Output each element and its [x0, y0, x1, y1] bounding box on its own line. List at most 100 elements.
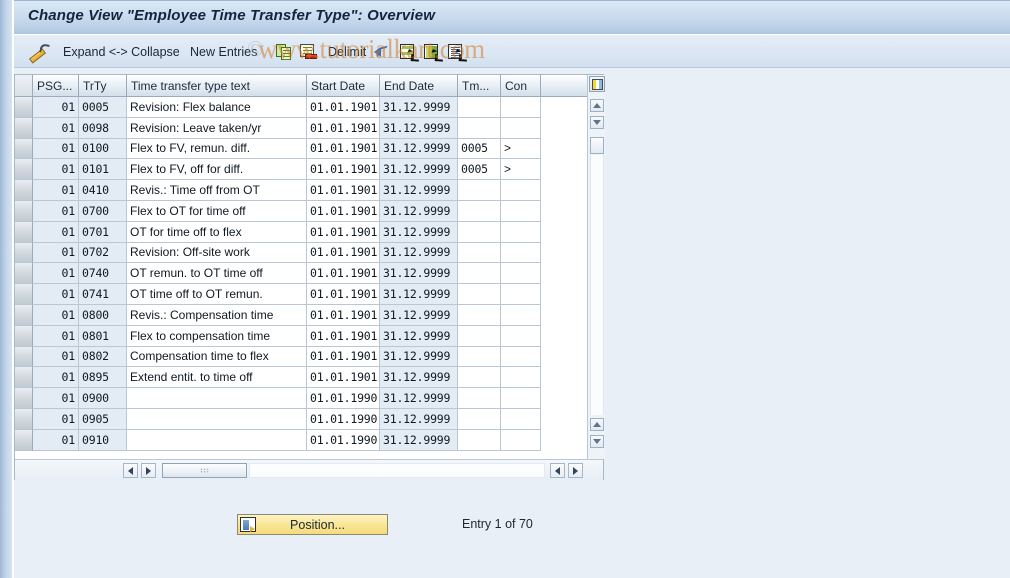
cell-tm[interactable]: [458, 346, 501, 368]
cell-tm[interactable]: [458, 200, 501, 222]
expand-collapse-button[interactable]: Expand <-> Collapse: [59, 36, 184, 68]
table-row[interactable]: 01 0895 Extend entit. to time off 01.01.190…: [15, 367, 603, 389]
cell-psg[interactable]: 01: [33, 429, 79, 451]
cell-con[interactable]: [501, 367, 541, 389]
cell-start[interactable]: 01.01.1901: [307, 346, 380, 368]
column-header-text[interactable]: Time transfer type text: [127, 75, 307, 96]
cell-start[interactable]: 01.01.1901: [307, 97, 380, 118]
cell-end[interactable]: 31.12.9999: [380, 284, 458, 305]
cell-end[interactable]: 31.12.9999: [380, 242, 458, 264]
undo-button[interactable]: [374, 36, 393, 68]
cell-tm[interactable]: [458, 429, 501, 451]
vertical-scrollbar-thumb[interactable]: [590, 137, 604, 154]
delete-row-button[interactable]: [300, 36, 317, 68]
cell-text[interactable]: Revision: Off-site work: [127, 242, 307, 264]
cell-tm[interactable]: [458, 97, 501, 118]
cell-tm[interactable]: [458, 367, 501, 389]
cell-psg[interactable]: 01: [33, 242, 79, 264]
cell-end[interactable]: 31.12.9999: [380, 180, 458, 201]
cell-start[interactable]: 01.01.1990: [307, 408, 380, 430]
cell-trty[interactable]: 0410: [79, 180, 127, 201]
cell-text[interactable]: [127, 388, 307, 409]
cell-end[interactable]: 31.12.9999: [380, 159, 458, 181]
table-row[interactable]: 01 0100 Flex to FV, remun. diff. 01.01.1901…: [15, 138, 603, 160]
cell-trty[interactable]: 0101: [79, 159, 127, 181]
row-select-button[interactable]: [15, 200, 33, 222]
row-select-button[interactable]: [15, 367, 33, 389]
row-select-button[interactable]: [15, 263, 33, 285]
cell-text[interactable]: [127, 429, 307, 451]
copy-button[interactable]: [276, 36, 293, 68]
scroll-page-up-button[interactable]: [590, 418, 604, 431]
cell-text[interactable]: Flex to compensation time: [127, 325, 307, 347]
cell-text[interactable]: Flex to OT for time off: [127, 200, 307, 222]
cell-start[interactable]: 01.01.1990: [307, 429, 380, 451]
cell-psg[interactable]: 01: [33, 221, 79, 243]
scroll-down-button[interactable]: [590, 116, 604, 129]
vertical-scrollbar-track[interactable]: [590, 155, 604, 415]
column-header-end[interactable]: End Date: [380, 75, 458, 96]
row-select-button[interactable]: [15, 180, 33, 201]
cell-trty[interactable]: 0098: [79, 117, 127, 139]
delimit-button[interactable]: Delimit: [324, 36, 370, 68]
cell-con[interactable]: [501, 117, 541, 139]
cell-con[interactable]: [501, 221, 541, 243]
position-button[interactable]: Position...: [237, 514, 388, 535]
row-select-button[interactable]: [15, 284, 33, 305]
table-row[interactable]: 01 0740 OT remun. to OT time off 01.01.1901…: [15, 263, 603, 285]
cell-text[interactable]: Revision: Leave taken/yr: [127, 117, 307, 139]
column-config-icon[interactable]: [589, 76, 605, 92]
cell-start[interactable]: 01.01.1901: [307, 367, 380, 389]
horizontal-scrollbar-thumb[interactable]: [162, 463, 247, 478]
cell-end[interactable]: 31.12.9999: [380, 388, 458, 409]
cell-tm[interactable]: [458, 408, 501, 430]
cell-con[interactable]: [501, 284, 541, 305]
cell-con[interactable]: [501, 304, 541, 326]
cell-text[interactable]: Revision: Flex balance: [127, 97, 307, 118]
scroll-page-down-button[interactable]: [590, 435, 604, 448]
scroll-far-left-button[interactable]: [550, 463, 565, 478]
cell-text[interactable]: Revis.: Time off from OT: [127, 180, 307, 201]
cell-end[interactable]: 31.12.9999: [380, 200, 458, 222]
cell-trty[interactable]: 0895: [79, 367, 127, 389]
cell-con[interactable]: [501, 408, 541, 430]
cell-start[interactable]: 01.01.1901: [307, 117, 380, 139]
cell-psg[interactable]: 01: [33, 97, 79, 118]
cell-psg[interactable]: 01: [33, 367, 79, 389]
cell-text[interactable]: Extend entit. to time off: [127, 367, 307, 389]
cell-tm[interactable]: [458, 304, 501, 326]
scroll-far-right-button[interactable]: [568, 463, 583, 478]
column-header-tm[interactable]: Tm...: [458, 75, 501, 96]
row-select-button[interactable]: [15, 117, 33, 139]
edit-mode-button[interactable]: [28, 36, 48, 68]
scroll-left-button[interactable]: [123, 463, 138, 478]
cell-end[interactable]: 31.12.9999: [380, 367, 458, 389]
cell-text[interactable]: OT remun. to OT time off: [127, 263, 307, 285]
table-row[interactable]: 01 0410 Revis.: Time off from OT 01.01.1901…: [15, 180, 603, 201]
cell-end[interactable]: 31.12.9999: [380, 429, 458, 451]
row-select-button[interactable]: [15, 159, 33, 181]
cell-tm[interactable]: [458, 221, 501, 243]
select-all-button[interactable]: [400, 36, 417, 68]
row-select-button[interactable]: [15, 346, 33, 368]
cell-text[interactable]: Flex to FV, off for diff.: [127, 159, 307, 181]
cell-psg[interactable]: 01: [33, 159, 79, 181]
cell-trty[interactable]: 0905: [79, 408, 127, 430]
cell-con[interactable]: [501, 388, 541, 409]
cell-tm[interactable]: 0005: [458, 138, 501, 160]
column-header-trty[interactable]: TrTy: [79, 75, 127, 96]
cell-con[interactable]: [501, 242, 541, 264]
table-row[interactable]: 01 0802 Compensation time to flex 01.01.190…: [15, 346, 603, 368]
cell-start[interactable]: 01.01.1901: [307, 284, 380, 305]
cell-con[interactable]: [501, 97, 541, 118]
table-row[interactable]: 01 0905 01.01.1990 31.12.9999: [15, 408, 603, 430]
cell-start[interactable]: 01.01.1901: [307, 263, 380, 285]
cell-con[interactable]: [501, 429, 541, 451]
cell-start[interactable]: 01.01.1901: [307, 325, 380, 347]
cell-tm[interactable]: 0005: [458, 159, 501, 181]
column-header-psg[interactable]: PSG...: [33, 75, 79, 96]
table-row[interactable]: 01 0910 01.01.1990 31.12.9999: [15, 429, 603, 451]
row-select-button[interactable]: [15, 242, 33, 264]
cell-psg[interactable]: 01: [33, 200, 79, 222]
cell-start[interactable]: 01.01.1901: [307, 138, 380, 160]
